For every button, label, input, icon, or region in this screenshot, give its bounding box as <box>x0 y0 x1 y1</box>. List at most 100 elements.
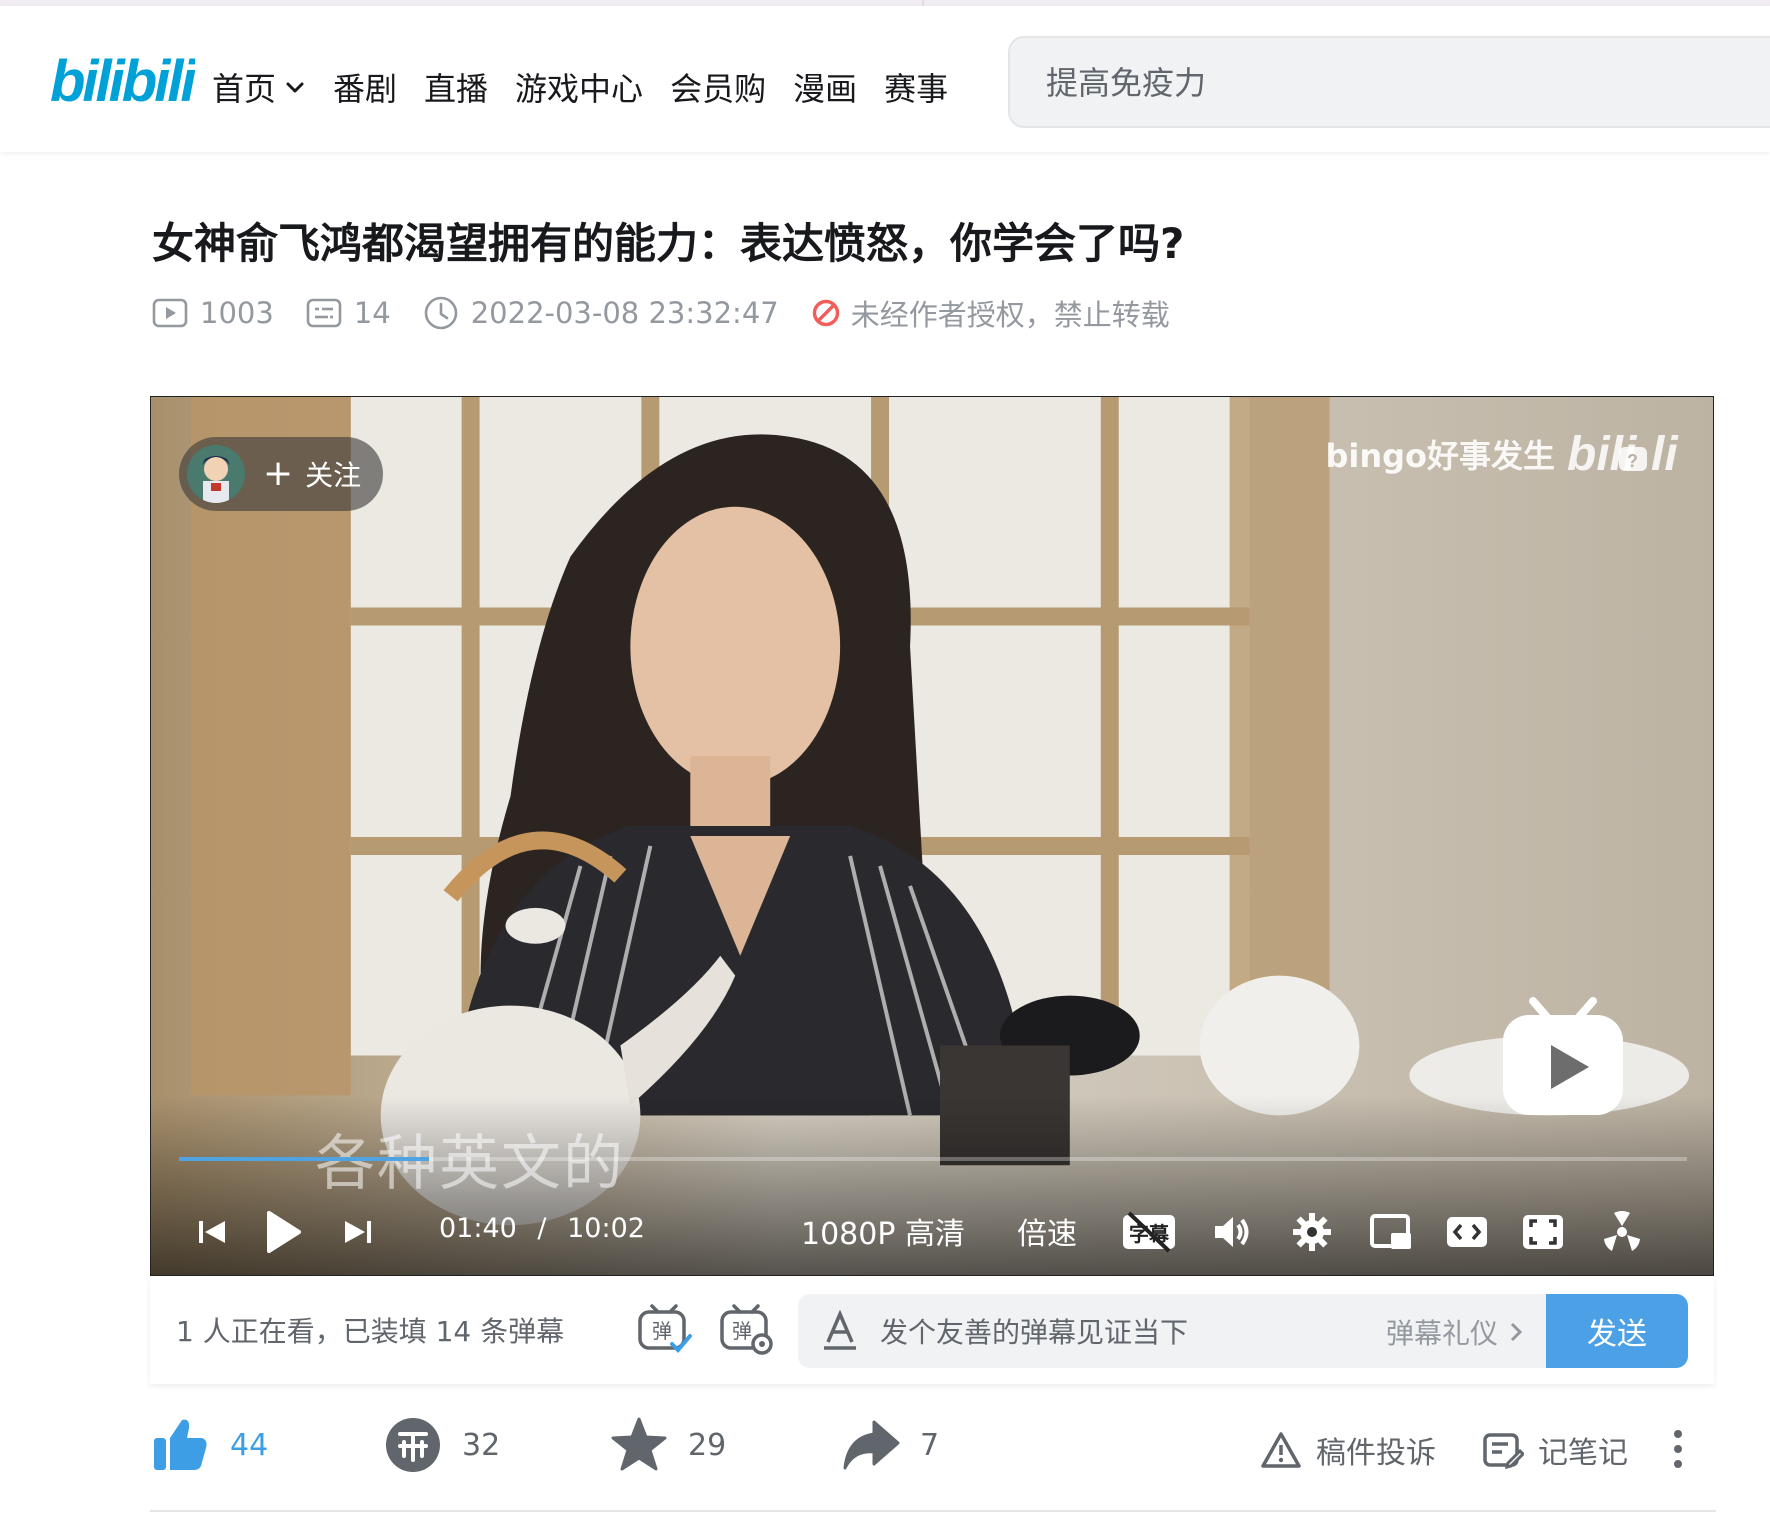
nav-manga-label: 漫画 <box>793 70 858 108</box>
nav-live-label: 直播 <box>424 70 489 108</box>
watermark-text: bingo好事发生 <box>1325 437 1555 475</box>
web-fullscreen-icon <box>1523 1215 1563 1249</box>
danmaku-style-icon[interactable] <box>822 1310 858 1352</box>
toolbar-divider <box>150 1510 1716 1512</box>
danmaku-icon <box>306 298 342 328</box>
chevron-down-icon <box>286 82 304 93</box>
follow-uploader-button[interactable]: + 关注 <box>179 437 383 511</box>
uploader-avatar <box>187 445 245 503</box>
danmaku-count: 14 <box>306 296 391 330</box>
site-header: bilibili 首页 番剧 直播 游戏中心 会员购 漫画 赛事 <box>0 6 1770 152</box>
play-button[interactable] <box>263 1209 303 1255</box>
web-fullscreen-button[interactable] <box>1521 1211 1565 1253</box>
danmaku-on-icon[interactable]: 弹 <box>636 1300 692 1356</box>
time-display: 01:40 / 10:02 <box>439 1213 645 1244</box>
danmaku-etiquette-link[interactable]: 弹幕礼仪 <box>1386 1312 1526 1352</box>
play-count-icon <box>152 298 188 328</box>
nav-esports-label: 赛事 <box>884 70 949 108</box>
notes-label: 记笔记 <box>1538 1436 1628 1471</box>
nav-home-label: 首页 <box>212 70 277 108</box>
bilibili-tv-play-icon[interactable] <box>1499 995 1627 1119</box>
play-icon <box>267 1211 301 1253</box>
clock-icon <box>424 296 458 330</box>
nav-member-shop-label: 会员购 <box>670 70 767 108</box>
follow-label: 关注 <box>305 459 362 492</box>
player-controls: 01:40 / 10:02 1080P 高清 倍速 字幕 <box>151 1197 1713 1275</box>
video-toolbar: 44 32 29 7 稿件投诉 记笔记 <box>152 1410 1716 1490</box>
video-player[interactable]: + 关注 bingo好事发生 bili ? li 各种英文的 01:40 / 1… <box>150 396 1714 1276</box>
publish-time-value: 2022-03-08 23:32:47 <box>470 296 779 330</box>
nav-member-shop[interactable]: 会员购 <box>670 64 766 110</box>
speed-selector[interactable]: 倍速 <box>1017 1209 1077 1253</box>
fullscreen-button[interactable] <box>1599 1209 1645 1255</box>
bilibili-watermark-logo: bili ? li <box>1567 428 1679 481</box>
subtitle-off-icon: 字幕 <box>1123 1211 1175 1253</box>
nav-game-center[interactable]: 游戏中心 <box>515 64 643 110</box>
coin-button[interactable]: 32 <box>384 1416 500 1474</box>
gear-icon <box>1293 1213 1331 1251</box>
volume-button[interactable] <box>1211 1211 1253 1253</box>
danmaku-input-box[interactable]: 弹幕礼仪 发送 <box>798 1294 1688 1368</box>
nav-esports[interactable]: 赛事 <box>884 64 948 110</box>
danmaku-settings-icon[interactable]: 弹 <box>718 1300 774 1356</box>
note-edit-icon <box>1483 1433 1524 1469</box>
like-count: 44 <box>230 1427 269 1463</box>
quality-selector[interactable]: 1080P 高清 <box>801 1209 965 1253</box>
time-separator: / <box>537 1213 547 1244</box>
favorite-count: 29 <box>688 1427 727 1463</box>
viewer-danmaku-info: 1 人正在看，已装填 14 条弹幕 <box>176 1315 565 1348</box>
favorite-button[interactable]: 29 <box>610 1416 726 1474</box>
report-label: 稿件投诉 <box>1316 1436 1436 1471</box>
picture-in-picture-button[interactable] <box>1369 1211 1413 1253</box>
star-icon <box>611 1417 667 1471</box>
notes-button[interactable]: 记笔记 <box>1482 1428 1628 1472</box>
more-options-button[interactable] <box>1672 1428 1698 1470</box>
subtitle-toggle[interactable]: 字幕 <box>1121 1211 1177 1253</box>
coin-icon <box>386 1418 440 1472</box>
forbidden-icon <box>812 299 839 327</box>
report-button[interactable]: 稿件投诉 <box>1260 1428 1436 1472</box>
more-vertical-icon <box>1674 1430 1682 1468</box>
next-button[interactable] <box>341 1215 375 1249</box>
video-watermark: bingo好事发生 bili ? li <box>1325 425 1685 483</box>
current-time: 01:40 <box>439 1213 517 1244</box>
svg-text:bilibili: bilibili <box>50 49 195 114</box>
nav-live[interactable]: 直播 <box>424 64 488 110</box>
share-arrow-icon <box>843 1420 900 1470</box>
search-input[interactable] <box>1044 60 1748 106</box>
progress-bar-fill <box>179 1157 430 1161</box>
send-danmaku-button[interactable]: 发送 <box>1546 1294 1688 1368</box>
bilibili-logo[interactable]: bilibili <box>50 46 195 116</box>
like-button[interactable]: 44 <box>152 1416 268 1474</box>
view-count-value: 1003 <box>200 296 274 330</box>
svg-text:?: ? <box>1627 451 1638 471</box>
skip-next-icon <box>345 1221 371 1243</box>
search-box[interactable] <box>1008 36 1770 128</box>
danmaku-input[interactable] <box>878 1310 1362 1354</box>
warning-icon <box>1261 1432 1301 1468</box>
nav-home[interactable]: 首页 <box>212 64 306 110</box>
svg-text:弹: 弹 <box>652 1319 672 1343</box>
progress-bar[interactable] <box>179 1157 1687 1161</box>
nav-anime[interactable]: 番剧 <box>333 64 397 110</box>
publish-time: 2022-03-08 23:32:47 <box>423 295 779 331</box>
danmaku-etiquette-label: 弹幕礼仪 <box>1386 1317 1499 1350</box>
skip-previous-icon <box>199 1221 225 1243</box>
nav-manga[interactable]: 漫画 <box>793 64 857 110</box>
settings-button[interactable] <box>1291 1211 1333 1253</box>
copyright-notice-text: 未经作者授权，禁止转载 <box>850 298 1170 332</box>
video-title: 女神俞飞鸿都渴望拥有的能力：表达愤怒，你学会了吗? <box>152 219 1185 268</box>
share-count: 7 <box>920 1427 940 1463</box>
nav-game-center-label: 游戏中心 <box>515 70 644 108</box>
widescreen-icon <box>1447 1217 1487 1247</box>
share-button[interactable]: 7 <box>842 1416 939 1474</box>
chevron-right-icon <box>1510 1322 1523 1342</box>
pip-icon <box>1370 1214 1411 1249</box>
video-meta: 1003 14 2022-03-08 23:32:47 未经作者授权，禁止转载 <box>152 292 1202 334</box>
copyright-notice: 未经作者授权，禁止转载 <box>811 292 1170 334</box>
widescreen-button[interactable] <box>1445 1211 1489 1253</box>
main-nav: 首页 番剧 直播 游戏中心 会员购 漫画 赛事 <box>212 64 975 110</box>
fullscreen-icon <box>1604 1211 1640 1251</box>
danmaku-count-value: 14 <box>353 296 391 330</box>
previous-button[interactable] <box>195 1215 229 1249</box>
